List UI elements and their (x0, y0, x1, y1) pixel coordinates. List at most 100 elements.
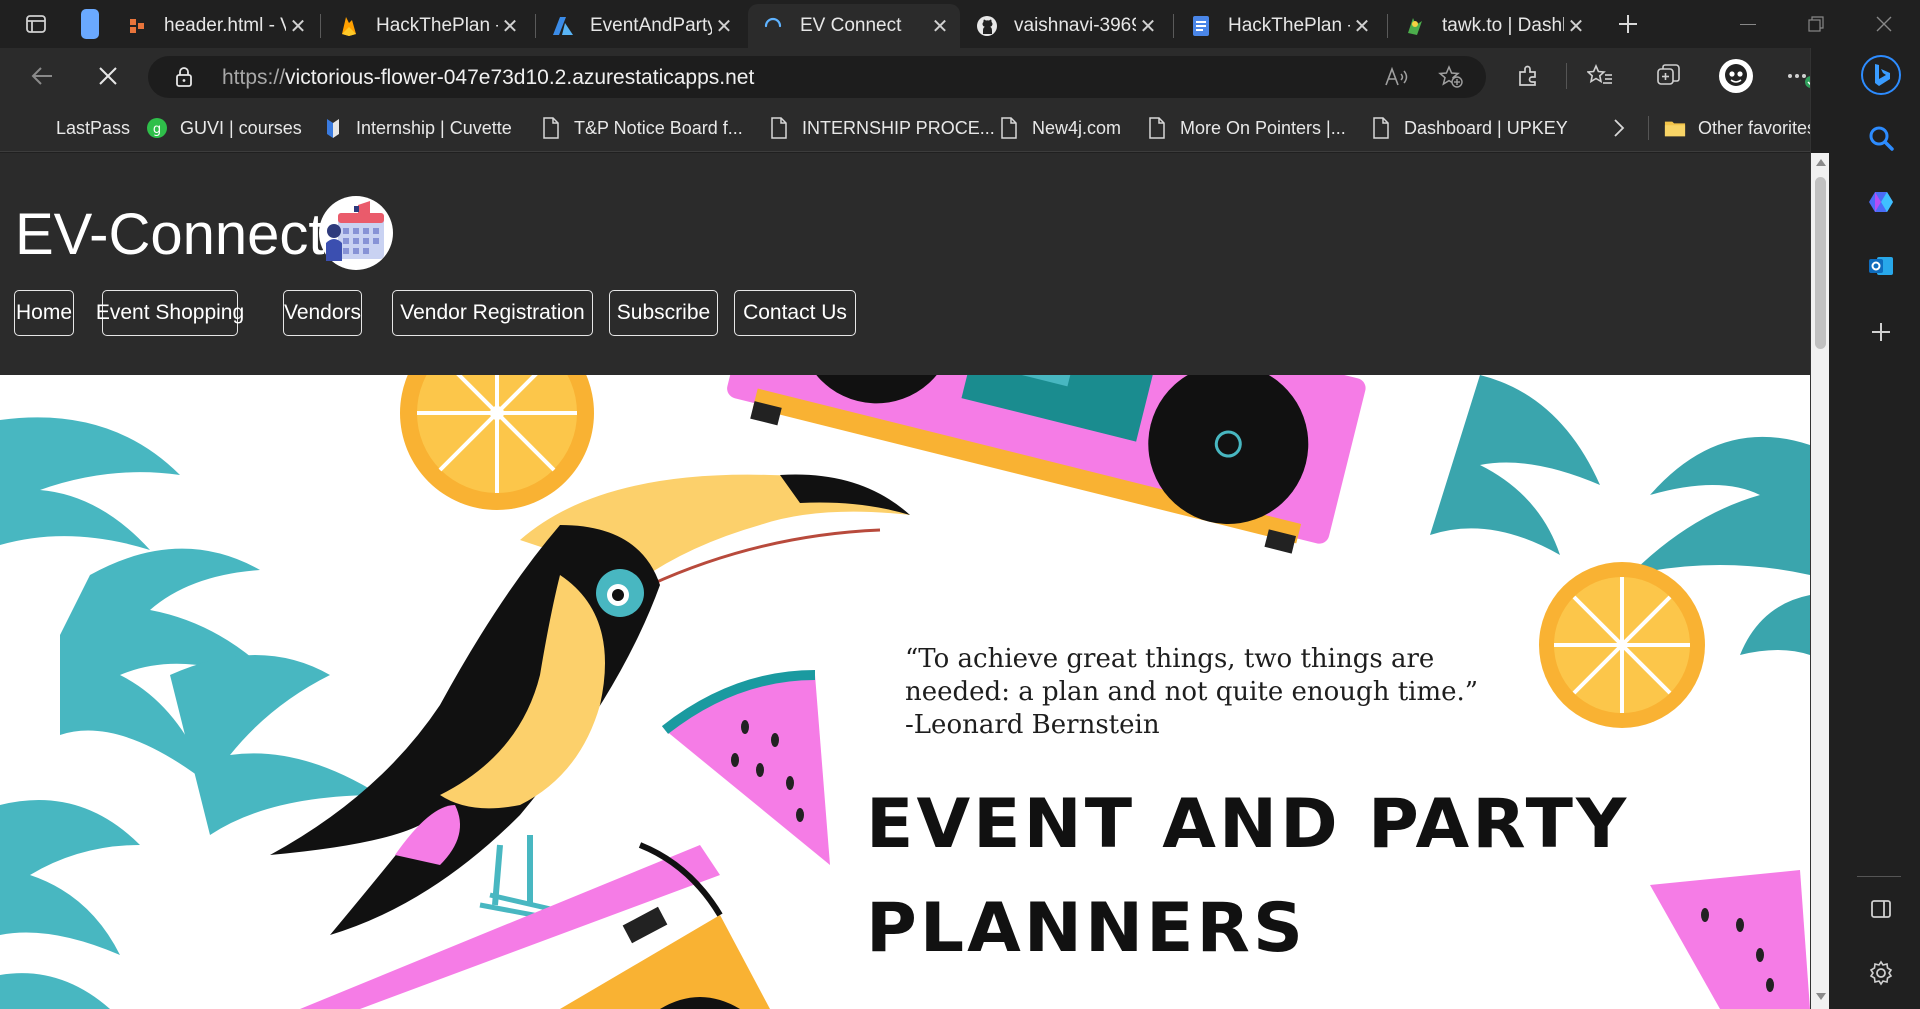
github-icon (976, 15, 998, 37)
close-icon[interactable]: ✕ (1136, 14, 1160, 38)
tab-ev-connect[interactable]: EV Connect ✕ (748, 4, 960, 48)
docs-icon (1190, 15, 1212, 37)
url-host: victorious-flower-047e73d10.2.azurestati… (285, 66, 755, 89)
more-bookmarks-chevron-icon[interactable] (1612, 114, 1626, 142)
workspaces-icon[interactable] (14, 6, 58, 42)
tawk-icon (1404, 15, 1426, 37)
extensions-icon[interactable] (1508, 56, 1548, 96)
add-sidebar-app-icon[interactable] (1861, 312, 1901, 352)
watermelon-slice-middle (661, 670, 830, 865)
nav-vendor-registration-button[interactable]: Vendor Registration (392, 290, 593, 336)
bookmark-guvi[interactable]: g GUVI | courses (146, 114, 302, 142)
tab-title: tawk.to | Dashb (1442, 15, 1564, 36)
page-scrollbar-track[interactable] (1811, 153, 1829, 1009)
bookmark-pointers[interactable]: More On Pointers |... (1146, 114, 1346, 142)
nav-contact-us-button[interactable]: Contact Us (734, 290, 856, 336)
tab-title: EventAndParty (590, 15, 712, 36)
search-icon[interactable] (1861, 118, 1901, 158)
site-title: EV-Connect (15, 202, 325, 267)
bookmark-upkey[interactable]: Dashboard | UPKEY (1370, 114, 1568, 142)
close-icon[interactable]: ✕ (498, 14, 522, 38)
tab-hacktheplan[interactable]: HackThePlan - ✕ (324, 4, 530, 48)
nav-home-button[interactable]: Home (14, 290, 74, 336)
page-icon (540, 117, 562, 139)
tab-title: HackThePlan - (376, 15, 498, 36)
page-icon (1370, 117, 1392, 139)
azure-icon (552, 15, 574, 37)
nav-vendors-button[interactable]: Vendors (283, 290, 362, 336)
read-aloud-icon[interactable] (1384, 65, 1410, 94)
navigation-toolbar: https://victorious-flower-047e73d10.2.az… (0, 48, 1920, 104)
file-icon (126, 15, 148, 37)
page-viewport: EV-Connect Home Event Shopping Vendors V… (0, 153, 1810, 1009)
tab-github[interactable]: vaishnavi-3969 ✕ (962, 4, 1168, 48)
scroll-up-arrow-icon[interactable] (1816, 159, 1826, 166)
add-favorite-icon[interactable] (1438, 65, 1464, 94)
close-icon[interactable]: ✕ (928, 14, 952, 38)
profile-avatar[interactable] (1716, 56, 1756, 96)
restore-icon[interactable] (1794, 6, 1838, 42)
bookmark-new4j[interactable]: New4j.com (998, 114, 1121, 142)
loading-icon (762, 15, 784, 37)
watermelon-slice-bottom-right (1650, 870, 1810, 1009)
stop-loading-icon[interactable] (88, 56, 128, 96)
url-protocol: https:// (222, 66, 286, 89)
copilot-icon[interactable] (1861, 182, 1901, 222)
close-icon[interactable]: ✕ (1564, 14, 1588, 38)
close-icon[interactable]: ✕ (712, 14, 736, 38)
tab-title: header.html - V (164, 15, 286, 36)
address-bar[interactable]: https://victorious-flower-047e73d10.2.az… (148, 56, 1486, 98)
bookmark-label: T&P Notice Board f... (574, 117, 743, 138)
minimize-icon[interactable] (1726, 6, 1770, 42)
hero-headline: EVENT AND PARTY PLANNERS (866, 773, 1629, 981)
collections-icon[interactable] (1648, 56, 1688, 96)
bookmark-internship[interactable]: INTERNSHIP PROCE... (768, 114, 995, 142)
back-icon[interactable] (22, 56, 62, 96)
hide-sidebar-icon[interactable] (1861, 889, 1901, 929)
url-text: https://victorious-flower-047e73d10.2.az… (222, 66, 754, 90)
orange-slice-right (1539, 562, 1705, 728)
bookmark-label: More On Pointers |... (1180, 117, 1346, 138)
tab-strip: header.html - V ✕ HackThePlan - ✕ EventA… (0, 0, 1920, 48)
headline-line: EVENT AND PARTY (866, 785, 1630, 864)
site-header: EV-Connect Home Event Shopping Vendors V… (0, 153, 1810, 375)
tab-title: HackThePlan - (1228, 15, 1350, 36)
nav-subscribe-button[interactable]: Subscribe (609, 290, 718, 336)
favorites-icon[interactable] (1580, 56, 1620, 96)
tab-hacktheplan-docs[interactable]: HackThePlan - ✕ (1176, 4, 1382, 48)
tab-eventandparty[interactable]: EventAndParty ✕ (538, 4, 744, 48)
page-icon (768, 117, 790, 139)
lock-icon[interactable] (174, 66, 194, 93)
bookmark-tp-notice[interactable]: T&P Notice Board f... (540, 114, 743, 142)
bookmark-cuvette[interactable]: Internship | Cuvette (322, 114, 512, 142)
quote-line: needed: a plan and not quite enough time… (905, 677, 1479, 707)
outlook-icon[interactable] (1861, 246, 1901, 286)
quote-line: “To achieve great things, two things are (905, 644, 1435, 674)
tab-header-html[interactable]: header.html - V ✕ (112, 4, 318, 48)
favorites-bar: LastPass g GUVI | courses Internship | C… (0, 104, 1920, 152)
bookmark-label: GUVI | courses (180, 117, 302, 138)
calendar-logo-icon (318, 195, 394, 271)
tab-tawk[interactable]: tawk.to | Dashb ✕ (1390, 4, 1596, 48)
bookmark-label: LastPass (56, 117, 131, 138)
bookmark-lastpass[interactable]: LastPass (26, 114, 130, 142)
new-tab-button[interactable] (1606, 6, 1650, 42)
bookmark-label: New4j.com (1032, 117, 1122, 138)
nav-event-shopping-button[interactable]: Event Shopping (96, 290, 244, 336)
orange-slice-top-left (400, 375, 594, 510)
scroll-down-arrow-icon[interactable] (1816, 993, 1826, 1000)
close-icon[interactable]: ✕ (286, 14, 310, 38)
boombox-top (727, 375, 1366, 554)
close-icon[interactable]: ✕ (1350, 14, 1374, 38)
quote-line: -Leonard Bernstein (905, 710, 1160, 740)
scroll-thumb[interactable] (1815, 177, 1826, 349)
vertical-tabs-icon[interactable] (68, 6, 112, 42)
page-icon (998, 117, 1020, 139)
sidebar-settings-gear-icon[interactable] (1861, 953, 1901, 993)
guvi-icon: g (146, 117, 168, 139)
palm-leaves-left (0, 417, 380, 1009)
headline-line: PLANNERS (866, 889, 1307, 968)
bing-copilot-icon[interactable] (1861, 55, 1901, 95)
close-window-icon[interactable] (1862, 6, 1906, 42)
other-favorites[interactable]: Other favorites (1664, 114, 1816, 142)
